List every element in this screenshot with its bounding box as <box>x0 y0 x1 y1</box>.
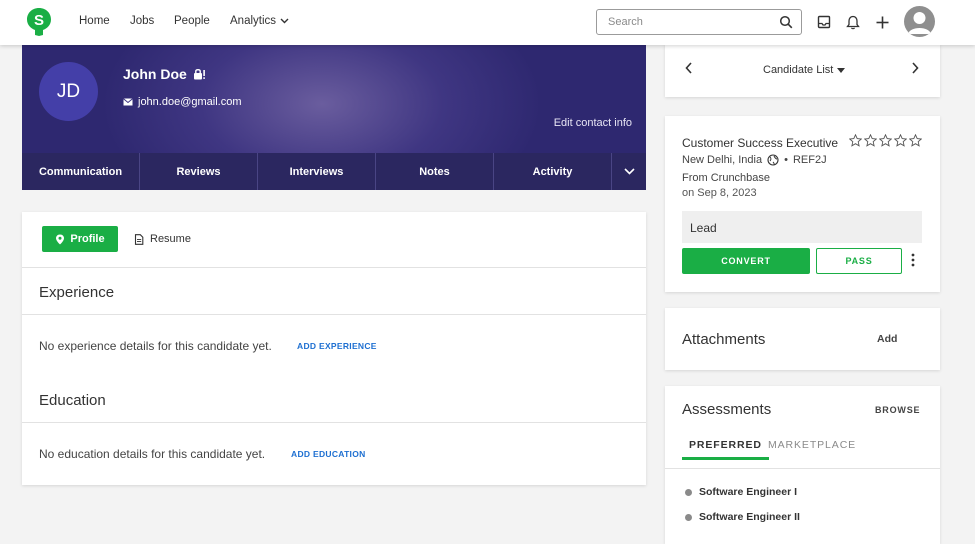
divider <box>22 314 646 315</box>
experience-empty-text: No experience details for this candidate… <box>39 339 272 353</box>
add-education-link[interactable]: ADD EDUCATION <box>291 449 366 459</box>
assessments-card: Assessments BROWSE PREFERRED MARKETPLACE… <box>665 386 940 544</box>
logo-icon[interactable]: S <box>26 7 52 37</box>
chevron-down-icon <box>623 168 635 175</box>
star-icon[interactable] <box>894 134 907 147</box>
lock-icon <box>193 69 205 80</box>
user-avatar-icon[interactable] <box>904 6 935 37</box>
chevron-left-icon[interactable] <box>685 62 693 74</box>
tab-communication[interactable]: Communication <box>22 153 140 190</box>
nav-people[interactable]: People <box>174 15 210 27</box>
job-date: on Sep 8, 2023 <box>682 187 757 199</box>
divider <box>22 422 646 423</box>
candidate-email-row: john.doe@gmail.com <box>123 96 242 108</box>
candidate-list-navigator: Candidate List <box>665 44 940 97</box>
attachments-card: Attachments Add <box>665 308 940 370</box>
nav-analytics-label: Analytics <box>230 15 277 27</box>
candidate-header: JD John Doe john.doe@gmail.com Edit cont… <box>22 44 646 190</box>
add-attachment-button[interactable]: Add <box>877 333 897 345</box>
chevron-right-icon[interactable] <box>911 62 919 74</box>
svg-text:S: S <box>34 12 44 29</box>
star-icon[interactable] <box>879 134 892 147</box>
tab-reviews[interactable]: Reviews <box>140 153 258 190</box>
bell-icon[interactable] <box>844 13 862 31</box>
attachments-title: Attachments <box>682 331 766 348</box>
nav-analytics[interactable]: Analytics <box>230 15 289 27</box>
candidate-name-row: John Doe <box>123 66 206 82</box>
candidate-list-label: Candidate List <box>763 64 834 76</box>
star-icon[interactable] <box>849 134 862 147</box>
convert-button[interactable]: CONVERT <box>682 248 810 274</box>
assessment-item[interactable]: Software Engineer II <box>685 511 800 523</box>
caret-down-icon <box>837 67 846 73</box>
nav-home[interactable]: Home <box>79 15 110 27</box>
pass-button[interactable]: PASS <box>816 248 902 274</box>
nav-jobs[interactable]: Jobs <box>130 15 154 27</box>
search-box <box>596 9 802 35</box>
divider <box>22 267 646 268</box>
education-empty-text: No education details for this candidate … <box>39 447 266 461</box>
job-application-card: Customer Success Executive New Delhi, In… <box>665 116 940 292</box>
star-icon[interactable] <box>909 134 922 147</box>
search-input[interactable] <box>597 10 767 34</box>
profile-button-label: Profile <box>70 233 105 245</box>
top-navigation-bar: S Home Jobs People Analytics <box>0 0 975 45</box>
star-rating[interactable] <box>849 134 922 147</box>
document-icon <box>134 233 144 245</box>
job-source: From Crunchbase <box>682 172 771 184</box>
stage-label[interactable]: Lead <box>682 211 922 243</box>
inbox-icon[interactable] <box>815 13 833 31</box>
profile-button[interactable]: Profile <box>42 226 118 252</box>
tab-marketplace[interactable]: MARKETPLACE <box>768 439 856 451</box>
job-location-row: New Delhi, India • REF2J <box>682 154 827 166</box>
mail-icon <box>123 98 133 106</box>
star-icon[interactable] <box>864 134 877 147</box>
tab-activity[interactable]: Activity <box>494 153 612 190</box>
candidate-tabs: Communication Reviews Interviews Notes A… <box>22 153 646 190</box>
separator-dot: • <box>784 154 788 166</box>
globe-icon <box>767 154 779 166</box>
candidate-avatar: JD <box>39 62 98 121</box>
candidate-email[interactable]: john.doe@gmail.com <box>138 96 242 108</box>
assessment-item-label: Software Engineer II <box>699 511 800 523</box>
add-experience-link[interactable]: ADD EXPERIENCE <box>297 341 377 351</box>
profile-card: Profile Resume Experience No experience … <box>22 212 646 485</box>
job-title[interactable]: Customer Success Executive <box>682 136 838 150</box>
education-title: Education <box>39 392 106 409</box>
job-ref: REF2J <box>792 154 827 166</box>
tab-interviews[interactable]: Interviews <box>258 153 376 190</box>
assessment-item[interactable]: Software Engineer I <box>685 486 797 498</box>
edit-contact-link[interactable]: Edit contact info <box>554 117 632 129</box>
chevron-down-icon <box>280 18 289 24</box>
experience-title: Experience <box>39 284 115 301</box>
browse-assessments-button[interactable]: BROWSE <box>875 405 920 415</box>
search-icon[interactable] <box>779 15 793 29</box>
candidate-list-dropdown[interactable]: Candidate List <box>763 64 846 76</box>
bullet-icon <box>685 513 692 521</box>
tabs-more-button[interactable] <box>612 153 646 190</box>
plus-icon[interactable] <box>873 13 891 31</box>
resume-button[interactable]: Resume <box>134 226 191 252</box>
tab-notes[interactable]: Notes <box>376 153 494 190</box>
resume-button-label: Resume <box>150 233 191 245</box>
assessment-item-label: Software Engineer I <box>699 486 798 498</box>
bullet-icon <box>685 488 692 496</box>
divider <box>665 468 940 469</box>
location-pin-icon <box>56 234 65 244</box>
candidate-name: John Doe <box>123 66 187 82</box>
more-vertical-icon[interactable] <box>911 253 915 267</box>
tab-preferred[interactable]: PREFERRED <box>682 439 769 460</box>
assessments-title: Assessments <box>682 401 772 418</box>
job-location: New Delhi, India <box>682 154 763 166</box>
